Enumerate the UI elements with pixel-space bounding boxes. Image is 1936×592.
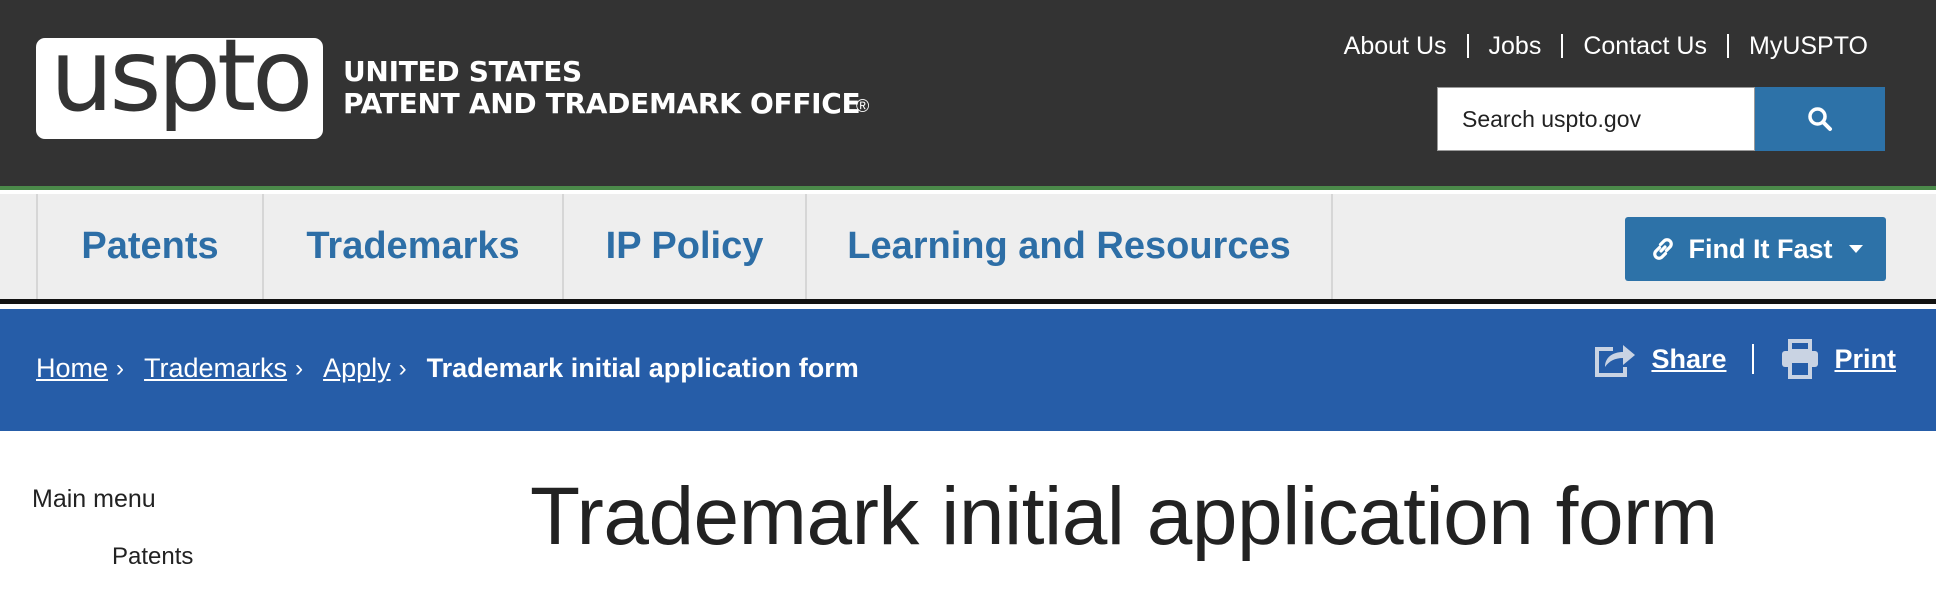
search-input[interactable] bbox=[1437, 87, 1755, 151]
chevron-down-icon bbox=[1848, 245, 1863, 253]
nav-item-trademarks[interactable]: Trademarks bbox=[262, 194, 562, 299]
myuspto-link[interactable]: MyUSPTO bbox=[1727, 34, 1868, 59]
site-header: uspto UNITED STATES PATENT AND TRADEMARK… bbox=[0, 0, 1936, 190]
find-it-fast-label: Find It Fast bbox=[1688, 233, 1833, 264]
sidebar-item-patents[interactable]: Patents bbox=[112, 543, 193, 571]
about-us-link[interactable]: About Us bbox=[1324, 34, 1467, 59]
utility-nav: About Us Jobs Contact Us MyUSPTO bbox=[1324, 28, 1868, 64]
link-icon bbox=[1652, 238, 1673, 260]
nav-item-patents[interactable]: Patents bbox=[36, 194, 262, 299]
breadcrumb-bar: Home › Trademarks › Apply › Trademark in… bbox=[0, 309, 1936, 431]
print-icon bbox=[1780, 339, 1820, 379]
main-nav: Patents Trademarks IP Policy Learning an… bbox=[0, 194, 1936, 304]
breadcrumb-apply[interactable]: Apply bbox=[323, 353, 391, 384]
share-icon bbox=[1593, 339, 1637, 379]
breadcrumb-current: Trademark initial application form bbox=[426, 353, 859, 383]
breadcrumb-trademarks[interactable]: Trademarks bbox=[144, 353, 287, 384]
contact-us-link[interactable]: Contact Us bbox=[1561, 34, 1727, 59]
breadcrumb-separator: › bbox=[116, 354, 125, 382]
search-icon bbox=[1808, 107, 1832, 131]
sidebar-title: Main menu bbox=[32, 485, 156, 513]
share-link[interactable]: Share bbox=[1651, 344, 1726, 375]
nav-item-learning-and-resources[interactable]: Learning and Resources bbox=[805, 194, 1333, 299]
page-title: Trademark initial application form bbox=[530, 471, 1718, 562]
breadcrumb-separator: › bbox=[295, 354, 304, 382]
agency-line-1: UNITED STATES bbox=[343, 55, 582, 88]
agency-name[interactable]: UNITED STATES PATENT AND TRADEMARK OFFIC… bbox=[343, 55, 861, 120]
registered-mark: ® bbox=[856, 96, 870, 116]
search-button[interactable] bbox=[1755, 87, 1885, 151]
breadcrumb-separator: › bbox=[398, 354, 407, 382]
action-divider bbox=[1752, 344, 1755, 374]
breadcrumb-home[interactable]: Home bbox=[36, 353, 108, 384]
jobs-link[interactable]: Jobs bbox=[1466, 34, 1562, 59]
nav-item-ip-policy[interactable]: IP Policy bbox=[562, 194, 805, 299]
agency-line-2: PATENT AND TRADEMARK OFFICE bbox=[343, 87, 861, 120]
find-it-fast-button[interactable]: Find It Fast bbox=[1625, 217, 1886, 281]
breadcrumb: Home › Trademarks › Apply › Trademark in… bbox=[36, 353, 859, 384]
share-print-actions: Share Print bbox=[1593, 339, 1896, 379]
logo-text: uspto bbox=[50, 38, 313, 134]
uspto-logo[interactable]: uspto bbox=[36, 38, 323, 139]
print-link[interactable]: Print bbox=[1834, 344, 1896, 375]
